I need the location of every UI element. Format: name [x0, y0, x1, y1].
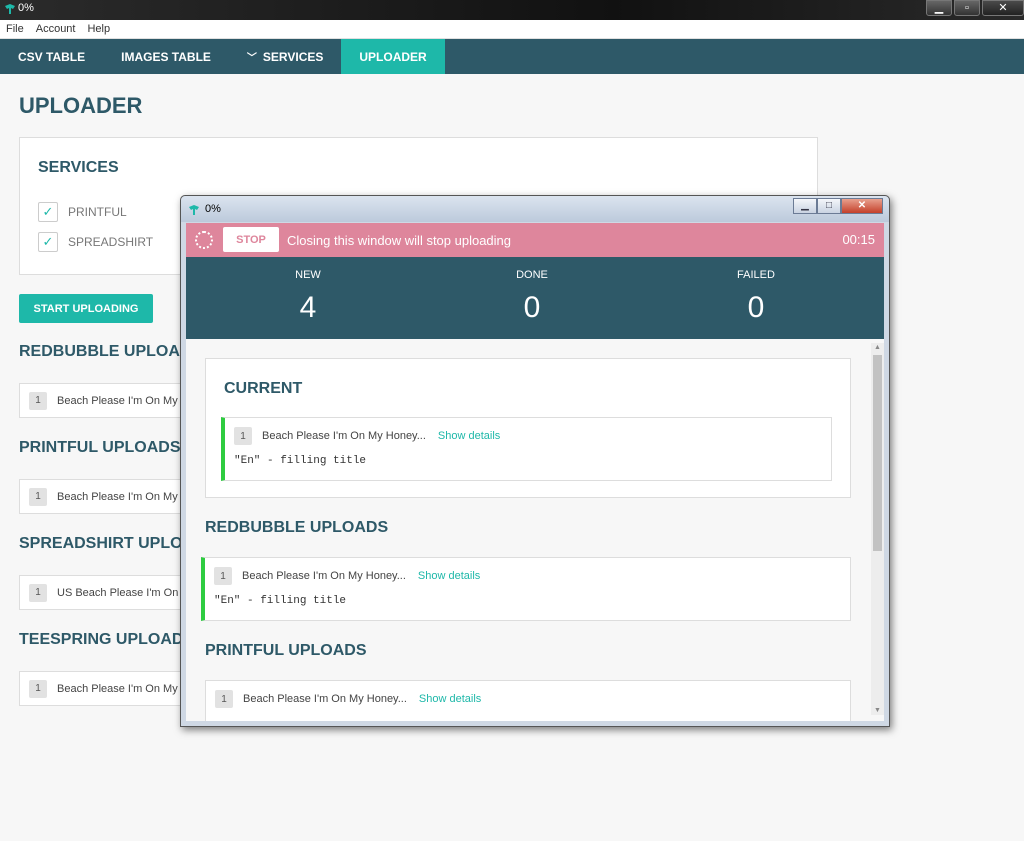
alert-message: Closing this window will stop uploading — [287, 233, 512, 248]
scroll-up-icon[interactable]: ▲ — [874, 344, 881, 351]
alert-bar: STOP Closing this window will stop uploa… — [186, 223, 884, 257]
page-title: UPLOADER — [19, 93, 143, 118]
maximize-button[interactable]: ▫ — [954, 0, 980, 16]
printful-upload-item: 1 Beach Please I'm On My Honey... Show d… — [205, 680, 851, 721]
checkbox-printful[interactable]: ✓ — [38, 202, 58, 222]
popup-printful-heading: PRINTFUL UPLOADS — [205, 642, 367, 659]
printful-uploads-heading: PRINTFUL UPLOADS — [19, 439, 181, 456]
tab-uploader[interactable]: UPLOADER — [341, 39, 445, 74]
top-nav: CSV TABLE IMAGES TABLE ﹀ SERVICES UPLOAD… — [0, 39, 1024, 74]
upload-status: "En" - filling title — [234, 455, 367, 467]
scrollbar-thumb[interactable] — [873, 355, 882, 551]
list-item[interactable]: 1 Beach Please I'm On My Honey... — [19, 479, 199, 514]
app-icon — [189, 205, 199, 215]
popup-titlebar: 0% ▁ □ ✕ — [181, 196, 889, 222]
services-heading: SERVICES — [38, 159, 119, 176]
popup-minimize-button[interactable]: ▁ — [793, 198, 817, 214]
popup-title: 0% — [205, 203, 221, 215]
menu-file[interactable]: File — [6, 23, 24, 35]
spinner-icon — [195, 231, 213, 249]
list-item[interactable]: 1 Beach Please I'm On My Honey... — [19, 383, 199, 418]
current-upload-item: 1 Beach Please I'm On My Honey... Show d… — [221, 417, 832, 481]
stat-done: DONE 0 — [516, 269, 548, 324]
current-heading: CURRENT — [224, 380, 303, 397]
menubar: File Account Help — [0, 20, 1024, 39]
close-button[interactable]: ✕ — [982, 0, 1024, 16]
upload-status: "En" - filling title — [214, 595, 347, 607]
popup-redbubble-heading: REDBUBBLE UPLOADS — [205, 519, 389, 536]
checkbox-spreadshirt[interactable]: ✓ — [38, 232, 58, 252]
service-printful[interactable]: ✓ PRINTFUL — [38, 202, 127, 222]
tab-csv-table[interactable]: CSV TABLE — [0, 39, 103, 74]
vertical-scrollbar[interactable]: ▲ ▼ — [871, 343, 884, 715]
stop-button[interactable]: STOP — [223, 227, 279, 252]
redbubble-uploads-heading: REDBUBBLE UPLOADS — [19, 343, 203, 360]
upload-list-scroll[interactable]: CURRENT 1 Beach Please I'm On My Honey..… — [186, 339, 884, 721]
show-details-link[interactable]: Show details — [418, 570, 480, 582]
redbubble-upload-item: 1 Beach Please I'm On My Honey... Show d… — [201, 557, 851, 621]
show-details-link[interactable]: Show details — [438, 430, 500, 442]
show-details-link[interactable]: Show details — [419, 693, 481, 705]
start-uploading-button[interactable]: START UPLOADING — [19, 294, 153, 323]
window-titlebar: 0% ▁ ▫ ✕ — [0, 0, 1024, 20]
menu-help[interactable]: Help — [87, 23, 110, 35]
stats-panel: NEW 4 DONE 0 FAILED 0 — [186, 257, 884, 339]
elapsed-timer: 00:15 — [842, 232, 875, 247]
minimize-button[interactable]: ▁ — [926, 0, 952, 16]
window-title: 0% — [18, 2, 34, 14]
chevron-down-icon: ﹀ — [246, 53, 257, 64]
tab-images-table[interactable]: IMAGES TABLE — [103, 39, 229, 74]
app-icon — [5, 4, 15, 14]
list-item[interactable]: 1 US Beach Please I'm On My Honey... — [19, 575, 199, 610]
popup-maximize-button[interactable]: □ — [817, 198, 841, 214]
popup-content: STOP Closing this window will stop uploa… — [186, 223, 884, 721]
current-card: CURRENT 1 Beach Please I'm On My Honey..… — [205, 358, 851, 498]
popup-close-button[interactable]: ✕ — [841, 198, 883, 214]
service-spreadshirt[interactable]: ✓ SPREADSHIRT — [38, 232, 153, 252]
menu-account[interactable]: Account — [36, 23, 76, 35]
stat-failed: FAILED 0 — [737, 269, 775, 324]
teespring-uploads-heading: TEESPRING UPLOADS — [19, 631, 195, 648]
stat-new: NEW 4 — [295, 269, 321, 324]
list-item[interactable]: 1 Beach Please I'm On My Honey... — [19, 671, 199, 706]
upload-progress-window: 0% ▁ □ ✕ STOP Closing this window will s… — [180, 195, 890, 727]
scroll-down-icon[interactable]: ▼ — [874, 707, 881, 714]
tab-services[interactable]: ﹀ SERVICES — [229, 39, 341, 74]
